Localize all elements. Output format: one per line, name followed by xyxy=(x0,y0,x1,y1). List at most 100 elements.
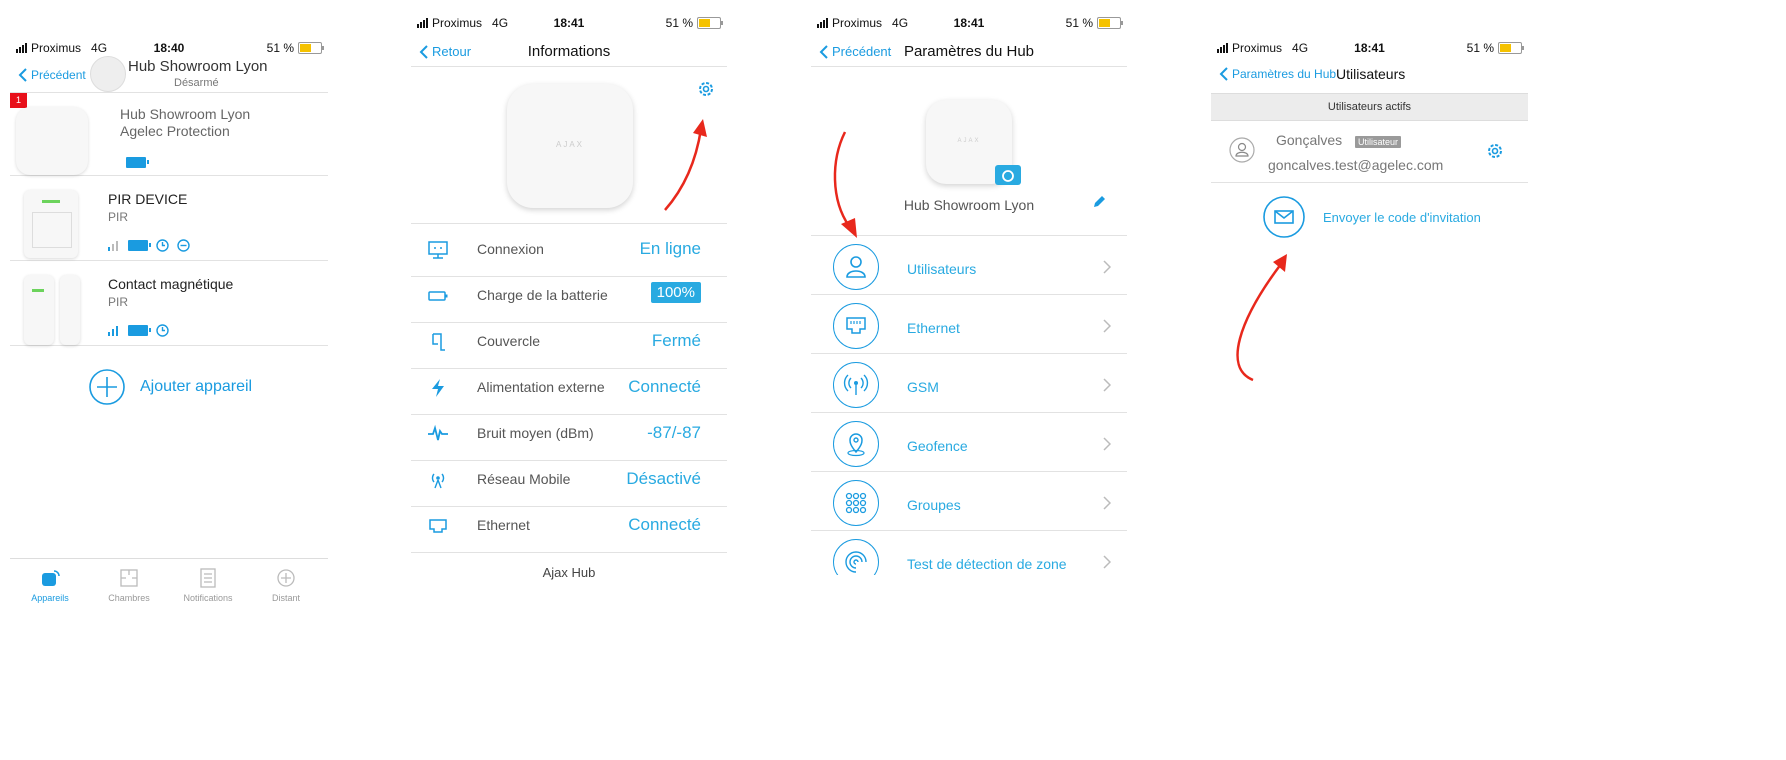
battery-icon xyxy=(1498,42,1524,54)
tab-devices[interactable]: Appareils xyxy=(10,567,90,603)
back-label: Paramètres du Hub xyxy=(1232,67,1337,81)
nav-bar: Précédent Paramètres du Hub xyxy=(811,38,1127,67)
row-value: Connecté xyxy=(628,377,701,396)
hub-name: Hub Showroom Lyon xyxy=(903,197,1035,213)
chevron-right-icon xyxy=(1103,378,1111,392)
camera-icon xyxy=(1002,166,1014,182)
row-label: Connexion xyxy=(477,241,544,257)
add-device-button[interactable]: Ajouter appareil xyxy=(88,368,252,406)
chevron-left-icon xyxy=(18,68,27,82)
device-row-contact[interactable]: Contact magnétique PIR xyxy=(10,261,328,346)
row-value: Fermé xyxy=(651,331,701,350)
item-label: Test de détection de zone xyxy=(907,556,1067,572)
tab-label: Appareils xyxy=(31,593,69,603)
chevron-left-icon xyxy=(1219,67,1228,81)
device-status-icons xyxy=(108,324,169,337)
user-name: Gonçalves xyxy=(1276,132,1343,148)
battery-status: 51 % xyxy=(666,16,723,30)
device-status-icons xyxy=(108,239,190,252)
row-label: Réseau Mobile xyxy=(477,471,571,487)
battery-icon xyxy=(1097,17,1123,29)
item-label: Utilisateurs xyxy=(907,261,977,277)
back-button[interactable]: Paramètres du Hub xyxy=(1219,67,1336,81)
settings-item-groups[interactable]: Groupes xyxy=(811,472,1127,531)
item-label: Ethernet xyxy=(907,320,960,336)
notification-badge: 1 xyxy=(10,93,27,108)
devices-icon xyxy=(42,570,60,586)
row-label: Alimentation externe xyxy=(477,379,605,395)
nav-bar: Paramètres du Hub Utilisateurs xyxy=(1211,63,1528,91)
chevron-right-icon xyxy=(1103,319,1111,333)
tab-label: Distant xyxy=(271,593,300,603)
back-button[interactable]: Précédent xyxy=(18,68,86,82)
invite-button[interactable]: Envoyer le code d'invitation xyxy=(1263,196,1481,238)
chevron-right-icon xyxy=(1103,496,1111,510)
annotation-arrow xyxy=(1236,254,1287,382)
edit-icon[interactable] xyxy=(1092,195,1106,209)
rooms-icon xyxy=(120,569,138,587)
gear-icon[interactable] xyxy=(1486,142,1504,160)
battery-status: 51 % xyxy=(1065,16,1123,30)
device-name: PIR DEVICE xyxy=(108,191,188,207)
settings-item-zone-test[interactable]: Test de détection de zone xyxy=(811,531,1127,575)
battery-status: 51 % xyxy=(266,41,324,55)
ethernet-icon xyxy=(429,519,447,533)
annotation-arrow xyxy=(664,119,707,211)
screen-devices: Proximus 4G 18:40 51 % Précédent Hub Sho… xyxy=(10,0,328,760)
battery-percent: 51 % xyxy=(1065,16,1093,30)
device-sub: PIR xyxy=(108,295,129,309)
info-list: Connexion En ligne Charge de la batterie… xyxy=(411,223,727,553)
camera-button[interactable] xyxy=(995,165,1021,185)
battery-icon xyxy=(428,291,448,301)
row-label: Ethernet xyxy=(477,517,530,533)
screen-users: Proximus 4G 18:41 51 % Paramètres du Hub… xyxy=(1211,0,1528,760)
settings-item-ethernet[interactable]: Ethernet xyxy=(811,295,1127,354)
settings-item-users[interactable]: Utilisateurs xyxy=(811,236,1127,295)
groups-icon xyxy=(833,480,879,526)
status-bar: Proximus 4G 18:41 51 % xyxy=(411,16,727,36)
tab-label: Chambres xyxy=(108,593,150,603)
item-label: Groupes xyxy=(907,497,961,513)
battery-icon xyxy=(128,240,151,251)
hub-mode-icon[interactable] xyxy=(90,56,126,92)
hub-image xyxy=(16,107,88,175)
add-device-label: Ajouter appareil xyxy=(140,378,253,395)
tab-remote[interactable]: Distant xyxy=(246,567,326,603)
user-email: goncalves.test@agelec.com xyxy=(1268,157,1444,173)
row-value: Connecté xyxy=(628,515,701,534)
signal-icon xyxy=(108,240,118,251)
hub-logo: AJAX xyxy=(555,140,584,149)
connection-icon xyxy=(428,241,448,259)
tab-rooms[interactable]: Chambres xyxy=(89,567,169,603)
lid-icon xyxy=(432,333,445,351)
item-label: GSM xyxy=(907,379,939,395)
battery-icon xyxy=(126,157,149,168)
device-row-hub[interactable]: 1 Hub Showroom Lyon Agelec Protection xyxy=(10,93,328,176)
zone-test-icon xyxy=(833,539,879,575)
gear-icon[interactable] xyxy=(697,80,715,98)
settings-item-gsm[interactable]: GSM xyxy=(811,354,1127,413)
user-row[interactable]: Gonçalves Utilisateur goncalves.test@age… xyxy=(1211,120,1528,183)
battery-icon xyxy=(128,325,151,336)
user-avatar-icon xyxy=(1229,137,1255,163)
battery-percent: 51 % xyxy=(266,41,294,55)
pir-image xyxy=(24,190,78,258)
row-value: -87/-87 xyxy=(647,423,701,442)
device-sub: PIR xyxy=(108,210,129,224)
user-role-badge: Utilisateur xyxy=(1355,136,1402,148)
settings-item-geofence[interactable]: Geofence xyxy=(811,413,1127,472)
antenna-icon xyxy=(431,473,445,489)
notifications-icon xyxy=(200,568,216,588)
ethernet-icon xyxy=(833,303,879,349)
page-title: Informations xyxy=(527,43,611,60)
battery-status: 51 % xyxy=(1466,41,1524,55)
page-subtitle: Désarmé xyxy=(174,77,219,89)
gsm-icon xyxy=(833,362,879,408)
footer-label: Ajax Hub xyxy=(542,565,596,580)
page-title: Hub Showroom Lyon xyxy=(128,58,268,75)
mail-icon xyxy=(1263,196,1305,238)
settings-list: Utilisateurs Ethernet GSM Geofence Group… xyxy=(811,235,1127,575)
battery-percent: 51 % xyxy=(1466,41,1494,55)
tab-notifications[interactable]: Notifications xyxy=(168,567,248,603)
device-row-pir[interactable]: PIR DEVICE PIR xyxy=(10,176,328,261)
